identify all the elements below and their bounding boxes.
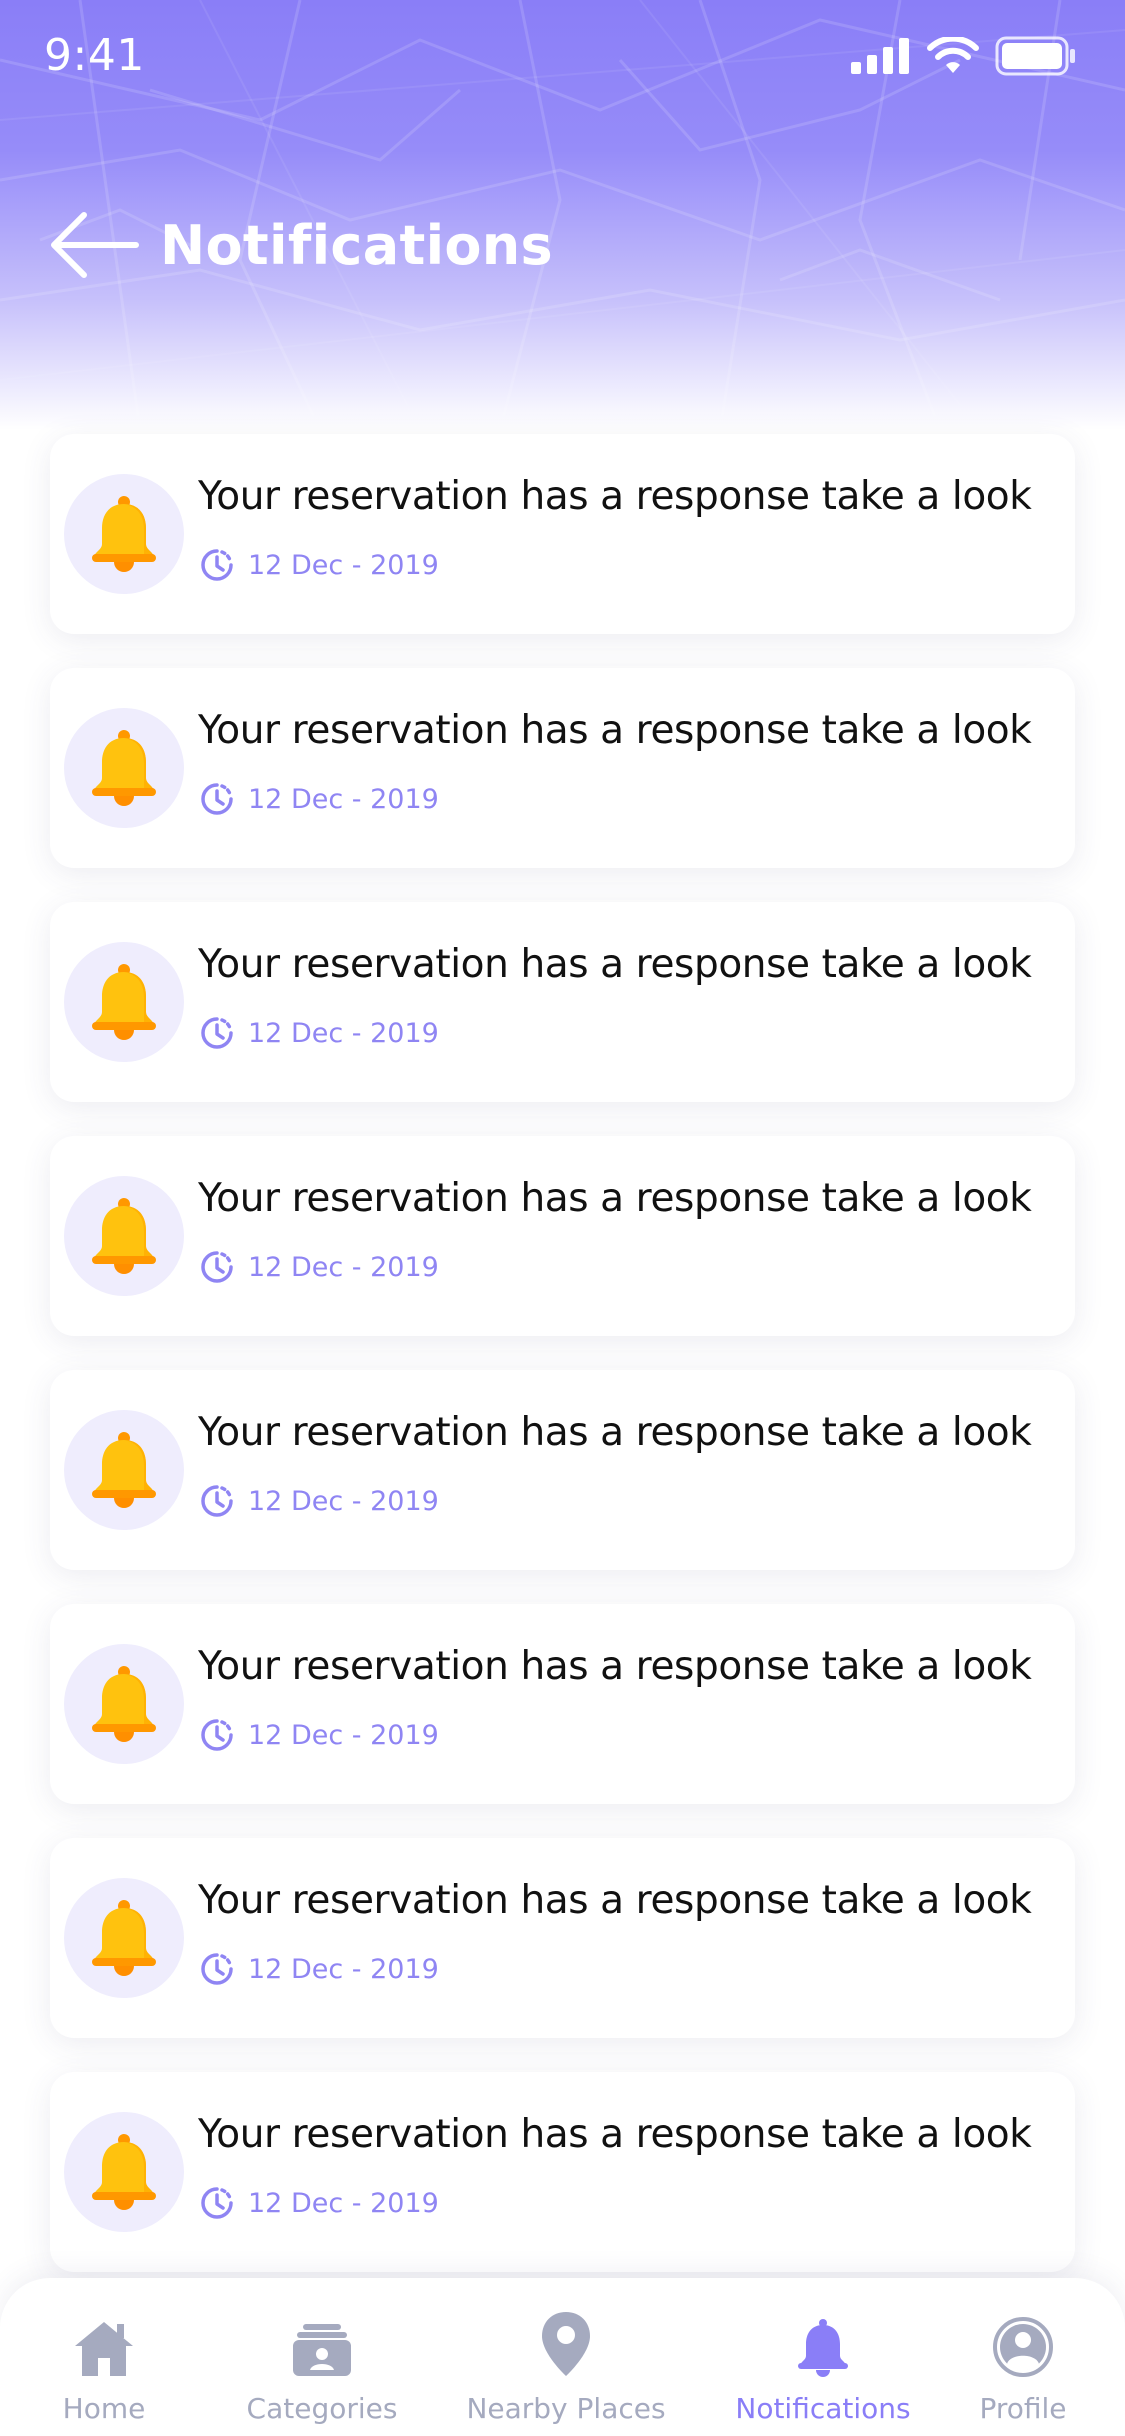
notification-card[interactable]: Your reservation has a response take a l…: [50, 1838, 1075, 2038]
profile-icon-wrap: [992, 2304, 1054, 2378]
categories-icon: [293, 2324, 351, 2376]
notification-message: Your reservation has a response take a l…: [198, 1176, 1032, 1221]
bell-icon: [92, 1666, 156, 1742]
notification-card[interactable]: Your reservation has a response take a l…: [50, 2072, 1075, 2272]
notification-date-row: 12 Dec - 2019: [200, 548, 439, 582]
bell-icon: [92, 2134, 156, 2210]
clock-icon: [201, 549, 233, 581]
nav-label: Categories: [246, 2392, 398, 2425]
notification-card[interactable]: Your reservation has a response take a l…: [50, 1370, 1075, 1570]
notification-card[interactable]: Your reservation has a response take a l…: [50, 1136, 1075, 1336]
bottom-navigation: Home Categories Nearby Places Notificati…: [0, 2278, 1125, 2436]
notification-message: Your reservation has a response take a l…: [198, 474, 1032, 519]
page-title: Notifications: [160, 213, 553, 277]
arrow-left-icon[interactable]: [48, 205, 140, 285]
nav-label: Notifications: [735, 2392, 911, 2425]
bell-avatar: [64, 2112, 184, 2232]
bell-avatar: [64, 1878, 184, 1998]
notification-card[interactable]: Your reservation has a response take a l…: [50, 434, 1075, 634]
wifi-icon: [927, 37, 979, 73]
status-time: 9:41: [44, 30, 145, 81]
clock-icon: [201, 1017, 233, 1049]
nav-item-nearby-places[interactable]: Nearby Places: [460, 2278, 672, 2436]
notification-card[interactable]: Your reservation has a response take a l…: [50, 1604, 1075, 1804]
notification-date-row: 12 Dec - 2019: [200, 1718, 439, 1752]
nav-label: Home: [62, 2392, 146, 2425]
notification-message: Your reservation has a response take a l…: [198, 1644, 1032, 1689]
location-pin-icon-wrap: [540, 2304, 592, 2378]
nav-label: Nearby Places: [466, 2392, 666, 2425]
bell-avatar: [64, 708, 184, 828]
bell-icon: [798, 2319, 848, 2377]
notification-date: 12 Dec - 2019: [248, 1719, 439, 1751]
home-icon: [75, 2322, 133, 2376]
notification-date-row: 12 Dec - 2019: [200, 1484, 439, 1518]
bell-nav-icon-wrap: [795, 2304, 851, 2378]
bell-avatar: [64, 1644, 184, 1764]
bell-avatar: [64, 474, 184, 594]
bell-icon: [92, 1900, 156, 1976]
categories-icon-wrap: [291, 2304, 353, 2378]
notification-date-row: 12 Dec - 2019: [200, 2186, 439, 2220]
notifications-screen: 9:41 Notifications Your reservation has …: [0, 0, 1125, 2436]
profile-icon: [993, 2317, 1053, 2377]
home-icon-wrap: [73, 2304, 135, 2378]
notification-card[interactable]: Your reservation has a response take a l…: [50, 668, 1075, 868]
notification-message: Your reservation has a response take a l…: [198, 708, 1032, 753]
clock-icon: [201, 2187, 233, 2219]
clock-icon: [201, 783, 233, 815]
nav-item-categories[interactable]: Categories: [240, 2278, 404, 2436]
battery-icon: [995, 36, 1075, 76]
notification-message: Your reservation has a response take a l…: [198, 1410, 1032, 1455]
notification-date: 12 Dec - 2019: [248, 1251, 439, 1283]
notification-date: 12 Dec - 2019: [248, 1953, 439, 1985]
notification-date: 12 Dec - 2019: [248, 783, 439, 815]
notification-message: Your reservation has a response take a l…: [198, 942, 1032, 987]
clock-icon: [201, 1485, 233, 1517]
location-pin-icon: [542, 2312, 590, 2376]
bell-avatar: [64, 1176, 184, 1296]
notification-date-row: 12 Dec - 2019: [200, 1952, 439, 1986]
nav-label: Profile: [979, 2392, 1067, 2425]
nav-item-notifications[interactable]: Notifications: [730, 2278, 916, 2436]
bell-icon: [92, 496, 156, 572]
header-title-row: Notifications: [48, 205, 553, 285]
notification-date: 12 Dec - 2019: [248, 2187, 439, 2219]
notification-date-row: 12 Dec - 2019: [200, 1250, 439, 1284]
bell-icon: [92, 964, 156, 1040]
bell-icon: [92, 1432, 156, 1508]
status-bar: 9:41: [0, 0, 1125, 120]
notification-date: 12 Dec - 2019: [248, 1485, 439, 1517]
nav-item-home[interactable]: Home: [40, 2278, 168, 2436]
notification-card[interactable]: Your reservation has a response take a l…: [50, 902, 1075, 1102]
bell-icon: [92, 1198, 156, 1274]
clock-icon: [201, 1953, 233, 1985]
signal-icon: [851, 38, 909, 74]
bell-avatar: [64, 942, 184, 1062]
status-icons: [851, 36, 1077, 76]
notification-date: 12 Dec - 2019: [248, 549, 439, 581]
nav-item-profile[interactable]: Profile: [960, 2278, 1086, 2436]
notification-message: Your reservation has a response take a l…: [198, 1878, 1032, 1923]
clock-icon: [201, 1719, 233, 1751]
notification-message: Your reservation has a response take a l…: [198, 2112, 1032, 2157]
bell-icon: [92, 730, 156, 806]
notification-date: 12 Dec - 2019: [248, 1017, 439, 1049]
bell-avatar: [64, 1410, 184, 1530]
notification-date-row: 12 Dec - 2019: [200, 1016, 439, 1050]
clock-icon: [201, 1251, 233, 1283]
notification-date-row: 12 Dec - 2019: [200, 782, 439, 816]
